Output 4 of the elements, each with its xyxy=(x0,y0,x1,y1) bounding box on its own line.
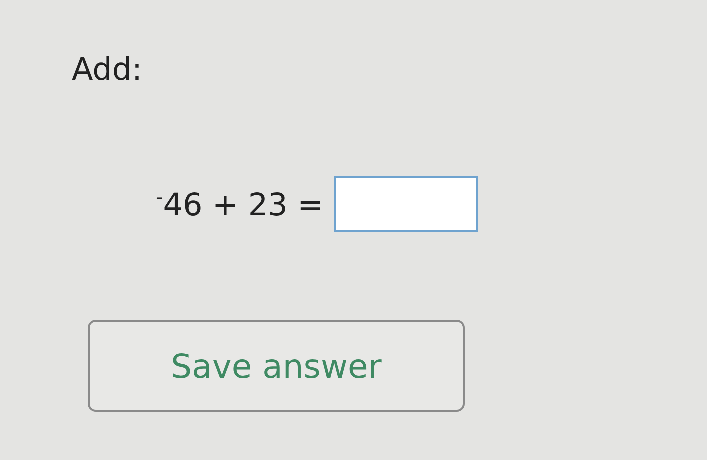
instruction-text: Add: xyxy=(72,52,144,88)
answer-field[interactable] xyxy=(334,176,478,232)
save-button[interactable]: Save answer xyxy=(88,320,465,412)
equation: $^{-}$46 + 23 = xyxy=(156,184,324,224)
